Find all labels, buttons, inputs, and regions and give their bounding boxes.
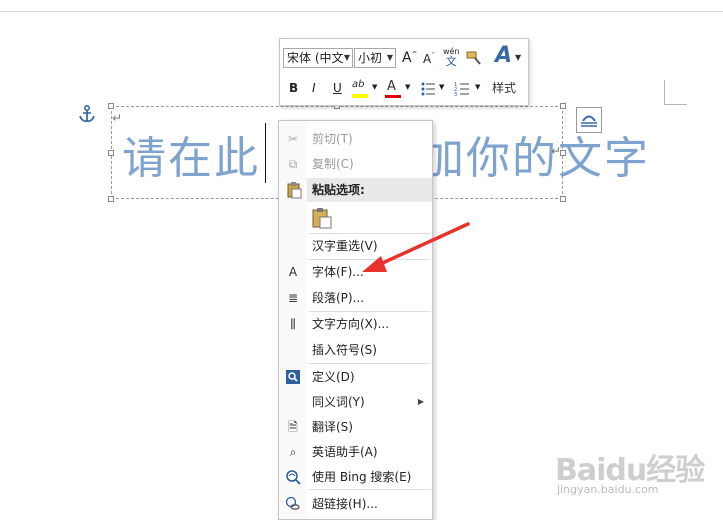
watermark-url: jingyan.baidu.com [557, 483, 659, 496]
chevron-down-icon: ▼ [475, 83, 481, 91]
chevron-down-icon: ▼ [439, 83, 445, 91]
paste-options-header: 粘贴选项: [307, 178, 432, 202]
menu-item-font[interactable]: A 字体(F)... [279, 260, 432, 284]
layout-options-icon [581, 115, 597, 127]
translate-icon: 🗎 [288, 420, 298, 434]
phonetic-guide-button[interactable]: wén 文 [443, 47, 460, 67]
menu-item-english-assistant[interactable]: ⌕ 英语助手(A) [279, 440, 432, 464]
page-top-border [0, 11, 723, 12]
anchor-icon [79, 104, 95, 123]
chevron-down-icon: ▼ [405, 83, 411, 91]
layout-options-button[interactable] [576, 107, 602, 133]
resize-handle[interactable] [560, 103, 566, 109]
chevron-down-icon: ▼ [515, 53, 522, 62]
font-name-value: 宋体 (中文 [287, 51, 344, 65]
resize-handle[interactable] [108, 150, 114, 156]
hyperlink-icon [285, 496, 300, 510]
font-color-icon: A [387, 79, 396, 94]
menu-item-label: 段落(P)... [312, 291, 365, 305]
menu-item-label: 字体(F)... [312, 265, 364, 279]
paste-keep-text-icon[interactable] [311, 207, 333, 229]
menu-separator [309, 489, 431, 490]
menu-item-copy[interactable]: ⧉ 复制(C) [279, 152, 432, 176]
shrink-font-button[interactable]: Aˇ [423, 52, 435, 66]
menu-item-hyperlink[interactable]: 超链接(H)... [279, 492, 432, 516]
menu-item-label: 同义词(Y) [312, 395, 365, 409]
menu-item-label: 汉字重选(V) [312, 239, 378, 253]
grow-font-icon: A [402, 50, 412, 66]
menu-item-label: 插入符号(S) [312, 343, 377, 357]
bold-button[interactable]: B [289, 81, 298, 95]
menu-item-define[interactable]: 定义(D) [279, 365, 432, 389]
menu-item-label: 英语助手(A) [312, 445, 378, 459]
menu-item-label: 翻译(S) [312, 420, 353, 434]
chevron-down-icon[interactable]: ▼ [387, 49, 393, 67]
menu-item-paragraph[interactable]: ≣ 段落(P)... [279, 286, 432, 310]
menu-item-label: 超链接(H)... [312, 497, 378, 511]
text-caret [265, 123, 266, 183]
shrink-font-icon: A [423, 52, 432, 66]
styles-icon: A [495, 43, 513, 68]
paste-icon [287, 182, 302, 199]
resize-handle[interactable] [108, 196, 114, 202]
bullets-button[interactable]: ▼ [420, 81, 448, 99]
english-assistant-icon: ⌕ [289, 445, 297, 459]
phonetic-bottom-text: 文 [445, 55, 457, 68]
menu-item-translate[interactable]: 🗎 翻译(S) [279, 415, 432, 439]
bing-search-icon [286, 470, 301, 485]
font-name-combo[interactable]: 宋体 (中文 ▼ [283, 48, 353, 68]
menu-item-synonyms[interactable]: 同义词(Y) ▶ [279, 390, 432, 414]
paragraph-icon: ≣ [287, 291, 299, 305]
menu-item-label: 粘贴选项: [312, 183, 365, 197]
paragraph-mark: ↵ [551, 144, 562, 158]
submenu-arrow-icon: ▶ [417, 397, 424, 406]
menu-item-text-direction[interactable]: ⫼ 文字方向(X)... [279, 312, 432, 336]
text-before-caret: 请在此 [122, 133, 260, 184]
define-icon [286, 370, 300, 384]
font-color-button[interactable]: A ▼ [383, 79, 413, 101]
menu-item-label: 文字方向(X)... [312, 317, 390, 331]
menu-item-label: 定义(D) [312, 370, 355, 384]
numbering-icon: 1 2 3 [454, 82, 469, 98]
font-color-swatch [385, 95, 401, 98]
chevron-down-icon: ▼ [372, 83, 378, 91]
scissors-icon: ✂ [287, 132, 299, 146]
mini-toolbar: 宋体 (中文 ▼ 小初 ▼ A^ Aˇ wén 文 A ▼ 样式 B I U a… [279, 38, 529, 106]
text-direction-icon: ⫼ [290, 317, 296, 331]
font-size-combo[interactable]: 小初 ▼ [354, 48, 396, 68]
bullets-icon [421, 82, 435, 96]
menu-item-bing-search[interactable]: 使用 Bing 搜索(E) [279, 465, 432, 489]
format-painter-icon[interactable] [465, 49, 483, 67]
menu-item-label: 使用 Bing 搜索(E) [312, 470, 412, 484]
styles-button[interactable]: A ▼ [493, 43, 525, 77]
text-after-caret: 加你的文字 [420, 133, 650, 184]
menu-separator [309, 363, 431, 364]
numbering-button[interactable]: 1 2 3 ▼ [454, 81, 484, 99]
font-icon: A [288, 265, 298, 279]
menu-item-reconvert[interactable]: 汉字重选(V) [279, 234, 432, 258]
context-menu: ✂ 剪切(T) ⧉ 复制(C) 粘贴选项: 汉字重选(V) A 字体(F)...… [278, 120, 433, 520]
grow-font-button[interactable]: A^ [402, 50, 417, 66]
menu-item-insert-symbol[interactable]: 插入符号(S) [279, 338, 432, 362]
highlight-color-swatch [352, 94, 368, 98]
resize-handle[interactable] [108, 103, 114, 109]
resize-handle[interactable] [560, 196, 566, 202]
font-size-value: 小初 [358, 51, 383, 65]
menu-item-label: 剪切(T) [312, 132, 353, 146]
chevron-down-icon[interactable]: ▼ [344, 49, 350, 67]
styles-label: 样式 [492, 81, 517, 95]
highlight-button[interactable]: ab ▼ [350, 79, 380, 101]
page-margin-corner [664, 80, 687, 105]
italic-button[interactable]: I [312, 81, 316, 95]
menu-item-label: 复制(C) [312, 157, 354, 171]
svg-text:3: 3 [454, 92, 457, 97]
menu-item-cut[interactable]: ✂ 剪切(T) [279, 127, 432, 151]
copy-icon: ⧉ [288, 157, 298, 171]
highlight-icon: ab [352, 79, 365, 90]
baidu-watermark: Baidu经验 jingyan.baidu.com [555, 445, 723, 513]
underline-button[interactable]: U [333, 81, 342, 95]
